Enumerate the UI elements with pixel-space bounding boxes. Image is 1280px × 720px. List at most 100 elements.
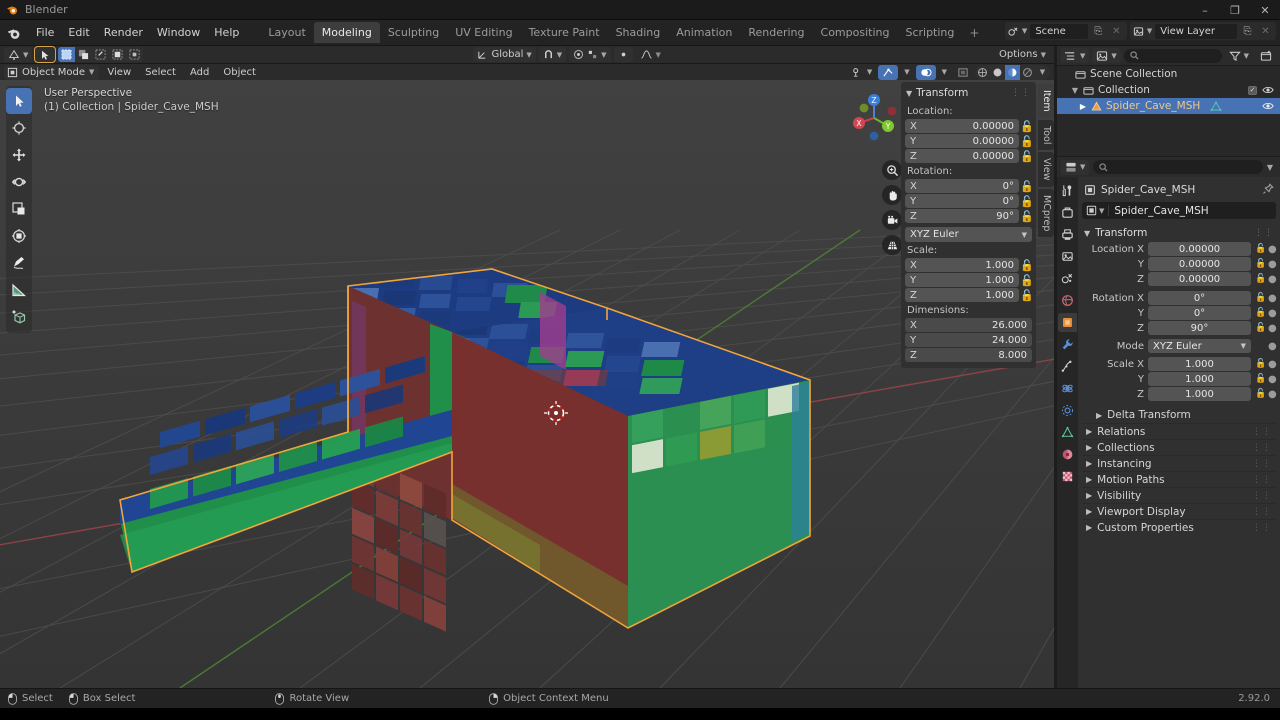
object-name-field[interactable]: ▼ Spider_Cave_MSH [1082, 202, 1276, 219]
visibility-dropdown[interactable]: ▼ [848, 65, 876, 80]
prop-value-scale-x[interactable]: 1.000 [1148, 357, 1251, 371]
prop-value-scale-y[interactable]: 1.000 [1148, 372, 1251, 386]
scale-y-field[interactable]: Y 1.000 [905, 273, 1019, 287]
properties-tab-particles[interactable] [1058, 357, 1077, 376]
section-visibility[interactable]: ▶ Visibility ⋮⋮ [1082, 487, 1276, 503]
menu-render[interactable]: Render [97, 23, 150, 42]
menu-help[interactable]: Help [207, 23, 246, 42]
sidebar-tab-mcprep[interactable]: MCprep [1038, 188, 1054, 238]
outliner-new-collection-icon[interactable] [1256, 48, 1276, 63]
properties-tab-view-layer[interactable] [1058, 247, 1077, 266]
rotation-z-lock-icon[interactable]: 🔓 [1020, 210, 1034, 223]
section-instancing[interactable]: ▶ Instancing ⋮⋮ [1082, 455, 1276, 471]
location-x-lock-icon[interactable]: 🔓 [1020, 120, 1034, 133]
workspace-tab-uv-editing[interactable]: UV Editing [447, 22, 520, 43]
rotation-x-lock-icon[interactable]: 🔓 [1020, 180, 1034, 193]
gizmo-dropdown[interactable]: ▼ [900, 65, 913, 80]
dimensions-y-field[interactable]: Y 24.000 [905, 333, 1032, 347]
prop-lock-location-y-icon[interactable]: 🔓 [1255, 259, 1266, 269]
select-mode-intersect-icon[interactable] [126, 47, 143, 62]
object-id-icon-block[interactable]: ▼ [1086, 205, 1110, 216]
outliner-display-mode-icon[interactable]: ▼ [1061, 48, 1090, 63]
tool-add-cube[interactable] [6, 304, 32, 330]
shading-rendered-icon[interactable] [1020, 65, 1035, 80]
prop-value-rotation-y[interactable]: 0° [1148, 306, 1251, 320]
viewport-menu-select[interactable]: Select [139, 66, 182, 79]
workspace-tab-modeling[interactable]: Modeling [313, 22, 380, 43]
workspace-tab-scripting[interactable]: Scripting [897, 22, 962, 43]
viewport-menu-view[interactable]: View [101, 66, 137, 79]
prop-value-location-x[interactable]: 0.00000 [1148, 242, 1251, 256]
properties-transform-panel-header[interactable]: ▼ Transform ⋮⋮ [1082, 224, 1276, 242]
properties-tab-material[interactable] [1058, 445, 1077, 464]
scale-x-lock-icon[interactable]: 🔓 [1020, 259, 1034, 272]
viewport-menu-object[interactable]: Object [217, 66, 262, 79]
scene-selector[interactable]: ▼ Scene ⎘ ✕ [1004, 22, 1127, 40]
shading-wireframe-icon[interactable] [975, 65, 990, 80]
snap-dropdown[interactable]: ▼ [538, 47, 567, 62]
menu-window[interactable]: Window [150, 23, 207, 42]
rotation-y-field[interactable]: Y 0° [905, 194, 1019, 208]
tool-scale[interactable] [6, 196, 32, 222]
object-eye-icon[interactable] [1262, 101, 1274, 111]
rotation-mode-dropdown[interactable]: XYZ Euler ▼ [905, 227, 1032, 242]
outliner-row-collection[interactable]: ▼ Collection ✓ [1057, 82, 1280, 98]
rotation-y-lock-icon[interactable]: 🔓 [1020, 195, 1034, 208]
select-mode-set-icon[interactable] [58, 47, 76, 62]
section-viewport-display[interactable]: ▶ Viewport Display ⋮⋮ [1082, 503, 1276, 519]
collection-exclude-checkbox[interactable]: ✓ [1248, 85, 1257, 95]
ortho-persp-grid-icon[interactable] [882, 235, 902, 255]
prop-animate-scale-y-icon[interactable]: ● [1268, 374, 1277, 385]
sidebar-tab-view[interactable]: View [1038, 152, 1054, 187]
sidebar-tab-tool[interactable]: Tool [1038, 119, 1054, 151]
tool-measure[interactable] [6, 277, 32, 303]
properties-tab-scene[interactable] [1058, 269, 1077, 288]
editor-type-3dviewport-icon[interactable]: ▼ [4, 47, 33, 62]
tool-move[interactable] [6, 142, 32, 168]
tool-cursor[interactable] [6, 115, 32, 141]
properties-tab-physics[interactable] [1058, 379, 1077, 398]
workspace-tab-layout[interactable]: Layout [260, 22, 313, 43]
workspace-tab-sculpting[interactable]: Sculpting [380, 22, 447, 43]
collection-eye-icon[interactable] [1262, 85, 1274, 95]
prop-value-location-y[interactable]: 0.00000 [1148, 257, 1251, 271]
properties-options-chevron-icon[interactable]: ▼ [1267, 163, 1276, 172]
prop-value-scale-z[interactable]: 1.000 [1148, 387, 1251, 401]
blender-menu-logo-icon[interactable] [6, 25, 22, 41]
prop-animate-mode-icon[interactable]: ● [1268, 341, 1277, 352]
rotation-x-field[interactable]: X 0° [905, 179, 1019, 193]
active-tool-select-button[interactable] [34, 46, 57, 63]
prop-animate-location-z-icon[interactable]: ● [1268, 274, 1277, 285]
scene-name[interactable]: Scene [1030, 23, 1088, 39]
prop-animate-scale-x-icon[interactable]: ● [1268, 359, 1277, 370]
workspace-tab-compositing[interactable]: Compositing [813, 22, 898, 43]
camera-icon[interactable] [882, 210, 902, 230]
workspace-tab-texture-paint[interactable]: Texture Paint [521, 22, 608, 43]
minimize-button[interactable]: – [1190, 0, 1220, 20]
zoom-icon[interactable] [882, 160, 902, 180]
dimensions-z-field[interactable]: Z 8.000 [905, 348, 1032, 362]
view-layer-name[interactable]: View Layer [1155, 23, 1237, 39]
transform-panel-header[interactable]: ▼ Transform ⋮⋮ [905, 85, 1032, 103]
workspace-tab-shading[interactable]: Shading [608, 22, 669, 43]
prop-lock-location-z-icon[interactable]: 🔓 [1255, 274, 1266, 284]
scene-copy-icon[interactable]: ⎘ [1091, 24, 1106, 39]
prop-animate-location-x-icon[interactable]: ● [1268, 244, 1277, 255]
location-z-lock-icon[interactable]: 🔓 [1020, 150, 1034, 163]
select-mode-invert-icon[interactable] [109, 47, 126, 62]
overlays-toggle[interactable] [915, 64, 936, 80]
view-layer-delete-icon[interactable]: ✕ [1258, 24, 1273, 39]
workspace-tab-rendering[interactable]: Rendering [740, 22, 812, 43]
prop-lock-location-x-icon[interactable]: 🔓 [1255, 244, 1266, 254]
properties-tab-texture[interactable] [1058, 467, 1077, 486]
prop-lock-scale-z-icon[interactable]: 🔓 [1255, 389, 1266, 399]
scale-z-field[interactable]: Z 1.000 [905, 288, 1019, 302]
close-button[interactable]: ✕ [1250, 0, 1280, 20]
prop-value-mode[interactable]: XYZ Euler ▼ [1148, 339, 1251, 353]
section-motion-paths[interactable]: ▶ Motion Paths ⋮⋮ [1082, 471, 1276, 487]
outliner-row-scene-collection[interactable]: Scene Collection [1057, 66, 1280, 82]
menu-edit[interactable]: Edit [61, 23, 96, 42]
pan-hand-icon[interactable] [882, 185, 902, 205]
properties-tab-output[interactable] [1058, 225, 1077, 244]
pin-icon[interactable] [1262, 182, 1274, 198]
